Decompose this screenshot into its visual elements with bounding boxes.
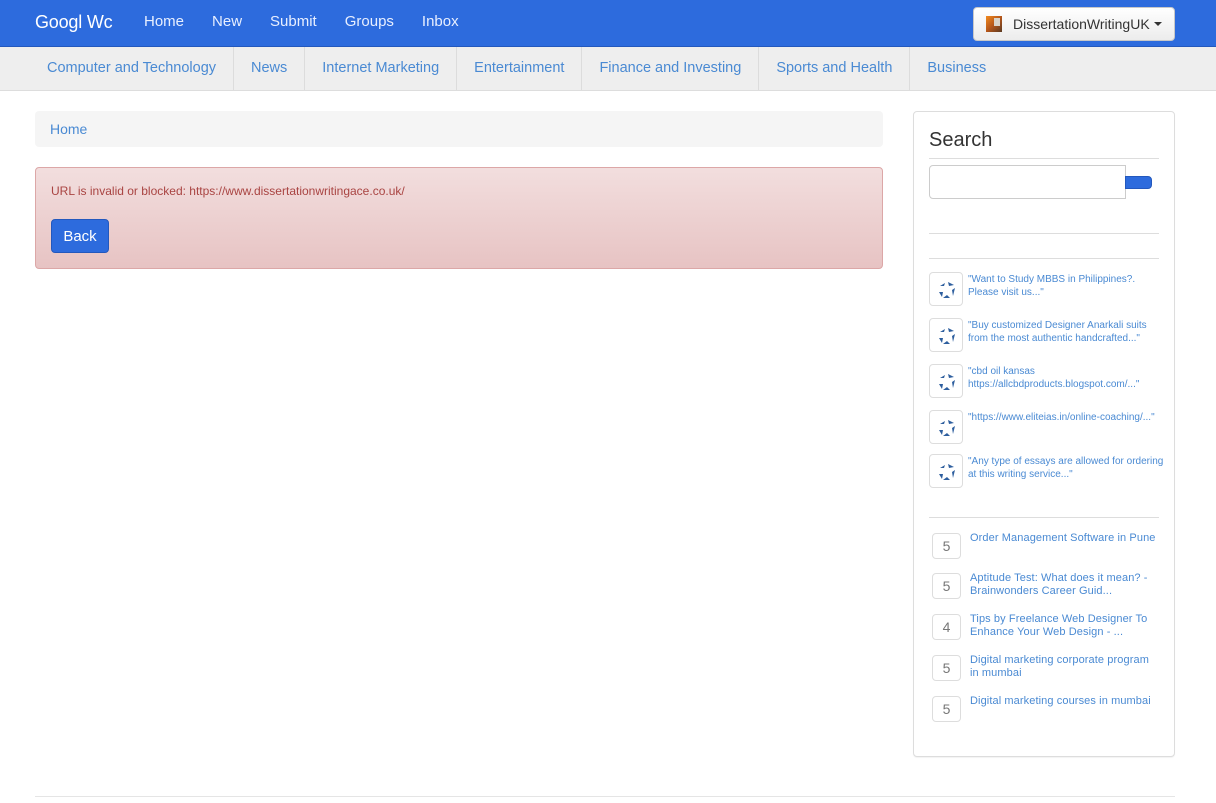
sidebar: Search "Want to Study MBBS in Philippine… bbox=[913, 111, 1175, 757]
story-score: 5 bbox=[932, 655, 961, 681]
top-navbar: Googl Wc Home New Submit Groups Inbox Di… bbox=[0, 0, 1216, 47]
comment-text: "cbd oil kansas https://allcbdproducts.b… bbox=[968, 366, 1140, 390]
comment-thumbnail bbox=[929, 272, 963, 306]
nav-home[interactable]: Home bbox=[130, 0, 198, 47]
divider bbox=[929, 258, 1159, 259]
star-logo-icon bbox=[939, 420, 955, 436]
star-logo-icon bbox=[939, 328, 955, 344]
nav-groups[interactable]: Groups bbox=[331, 0, 408, 47]
recent-comment[interactable]: "Buy customized Designer Anarkali suits … bbox=[929, 318, 1164, 352]
category-entertainment[interactable]: Entertainment bbox=[457, 47, 583, 90]
category-bar: Computer and Technology News Internet Ma… bbox=[0, 47, 1216, 91]
back-button[interactable]: Back bbox=[51, 219, 109, 253]
recent-comment[interactable]: "Want to Study MBBS in Philippines?. Ple… bbox=[929, 272, 1164, 306]
story-title[interactable]: Digital marketing corporate program in m… bbox=[970, 654, 1160, 680]
divider bbox=[929, 233, 1159, 234]
breadcrumb: Home bbox=[35, 111, 883, 147]
story-title[interactable]: Tips by Freelance Web Designer To Enhanc… bbox=[970, 613, 1160, 639]
comment-thumbnail bbox=[929, 318, 963, 352]
error-message: URL is invalid or blocked: https://www.d… bbox=[51, 184, 405, 198]
comment-text: "Any type of essays are allowed for orde… bbox=[968, 456, 1164, 480]
recent-comment[interactable]: "Any type of essays are allowed for orde… bbox=[929, 454, 1164, 488]
comment-thumbnail bbox=[929, 454, 963, 488]
search-title: Search bbox=[929, 129, 993, 151]
brand-logo[interactable]: Googl Wc bbox=[35, 12, 113, 33]
divider bbox=[929, 517, 1159, 518]
main-nav: Home New Submit Groups Inbox bbox=[130, 0, 473, 47]
story-title[interactable]: Order Management Software in Pune bbox=[970, 532, 1160, 545]
recent-comment[interactable]: "cbd oil kansas https://allcbdproducts.b… bbox=[929, 364, 1164, 398]
comment-text: "Want to Study MBBS in Philippines?. Ple… bbox=[968, 274, 1136, 298]
category-nav: Computer and Technology News Internet Ma… bbox=[30, 47, 1003, 90]
search-input[interactable] bbox=[929, 165, 1126, 199]
caret-down-icon bbox=[1153, 22, 1162, 26]
category-finance-and-investing[interactable]: Finance and Investing bbox=[582, 47, 760, 90]
search-button[interactable] bbox=[1125, 176, 1152, 189]
story-score: 5 bbox=[932, 573, 961, 599]
category-internet-marketing[interactable]: Internet Marketing bbox=[305, 47, 458, 90]
category-news[interactable]: News bbox=[234, 47, 306, 90]
footer-divider bbox=[35, 796, 1175, 797]
category-computer-and-technology[interactable]: Computer and Technology bbox=[30, 47, 235, 90]
avatar bbox=[986, 16, 1002, 32]
comment-text: "https://www.eliteias.in/online-coaching… bbox=[968, 412, 1155, 423]
star-logo-icon bbox=[939, 464, 955, 480]
category-business[interactable]: Business bbox=[910, 47, 1003, 90]
story-title[interactable]: Aptitude Test: What does it mean? - Brai… bbox=[970, 572, 1160, 598]
recent-comment[interactable]: "https://www.eliteias.in/online-coaching… bbox=[929, 410, 1164, 444]
user-menu-button[interactable]: DissertationWritingUK bbox=[973, 7, 1175, 41]
username: DissertationWritingUK bbox=[1013, 16, 1150, 32]
nav-submit[interactable]: Submit bbox=[256, 0, 331, 47]
breadcrumb-home[interactable]: Home bbox=[50, 121, 87, 137]
star-logo-icon bbox=[939, 374, 955, 390]
error-alert: URL is invalid or blocked: https://www.d… bbox=[35, 167, 883, 269]
comment-thumbnail bbox=[929, 410, 963, 444]
category-sports-and-health[interactable]: Sports and Health bbox=[759, 47, 911, 90]
comment-text: "Buy customized Designer Anarkali suits … bbox=[968, 320, 1147, 344]
story-score: 4 bbox=[932, 614, 961, 640]
story-score: 5 bbox=[932, 533, 961, 559]
divider bbox=[929, 158, 1159, 159]
story-title[interactable]: Digital marketing courses in mumbai bbox=[970, 695, 1160, 708]
comment-thumbnail bbox=[929, 364, 963, 398]
nav-new[interactable]: New bbox=[198, 0, 256, 47]
star-logo-icon bbox=[939, 282, 955, 298]
story-score: 5 bbox=[932, 696, 961, 722]
nav-inbox[interactable]: Inbox bbox=[408, 0, 473, 47]
